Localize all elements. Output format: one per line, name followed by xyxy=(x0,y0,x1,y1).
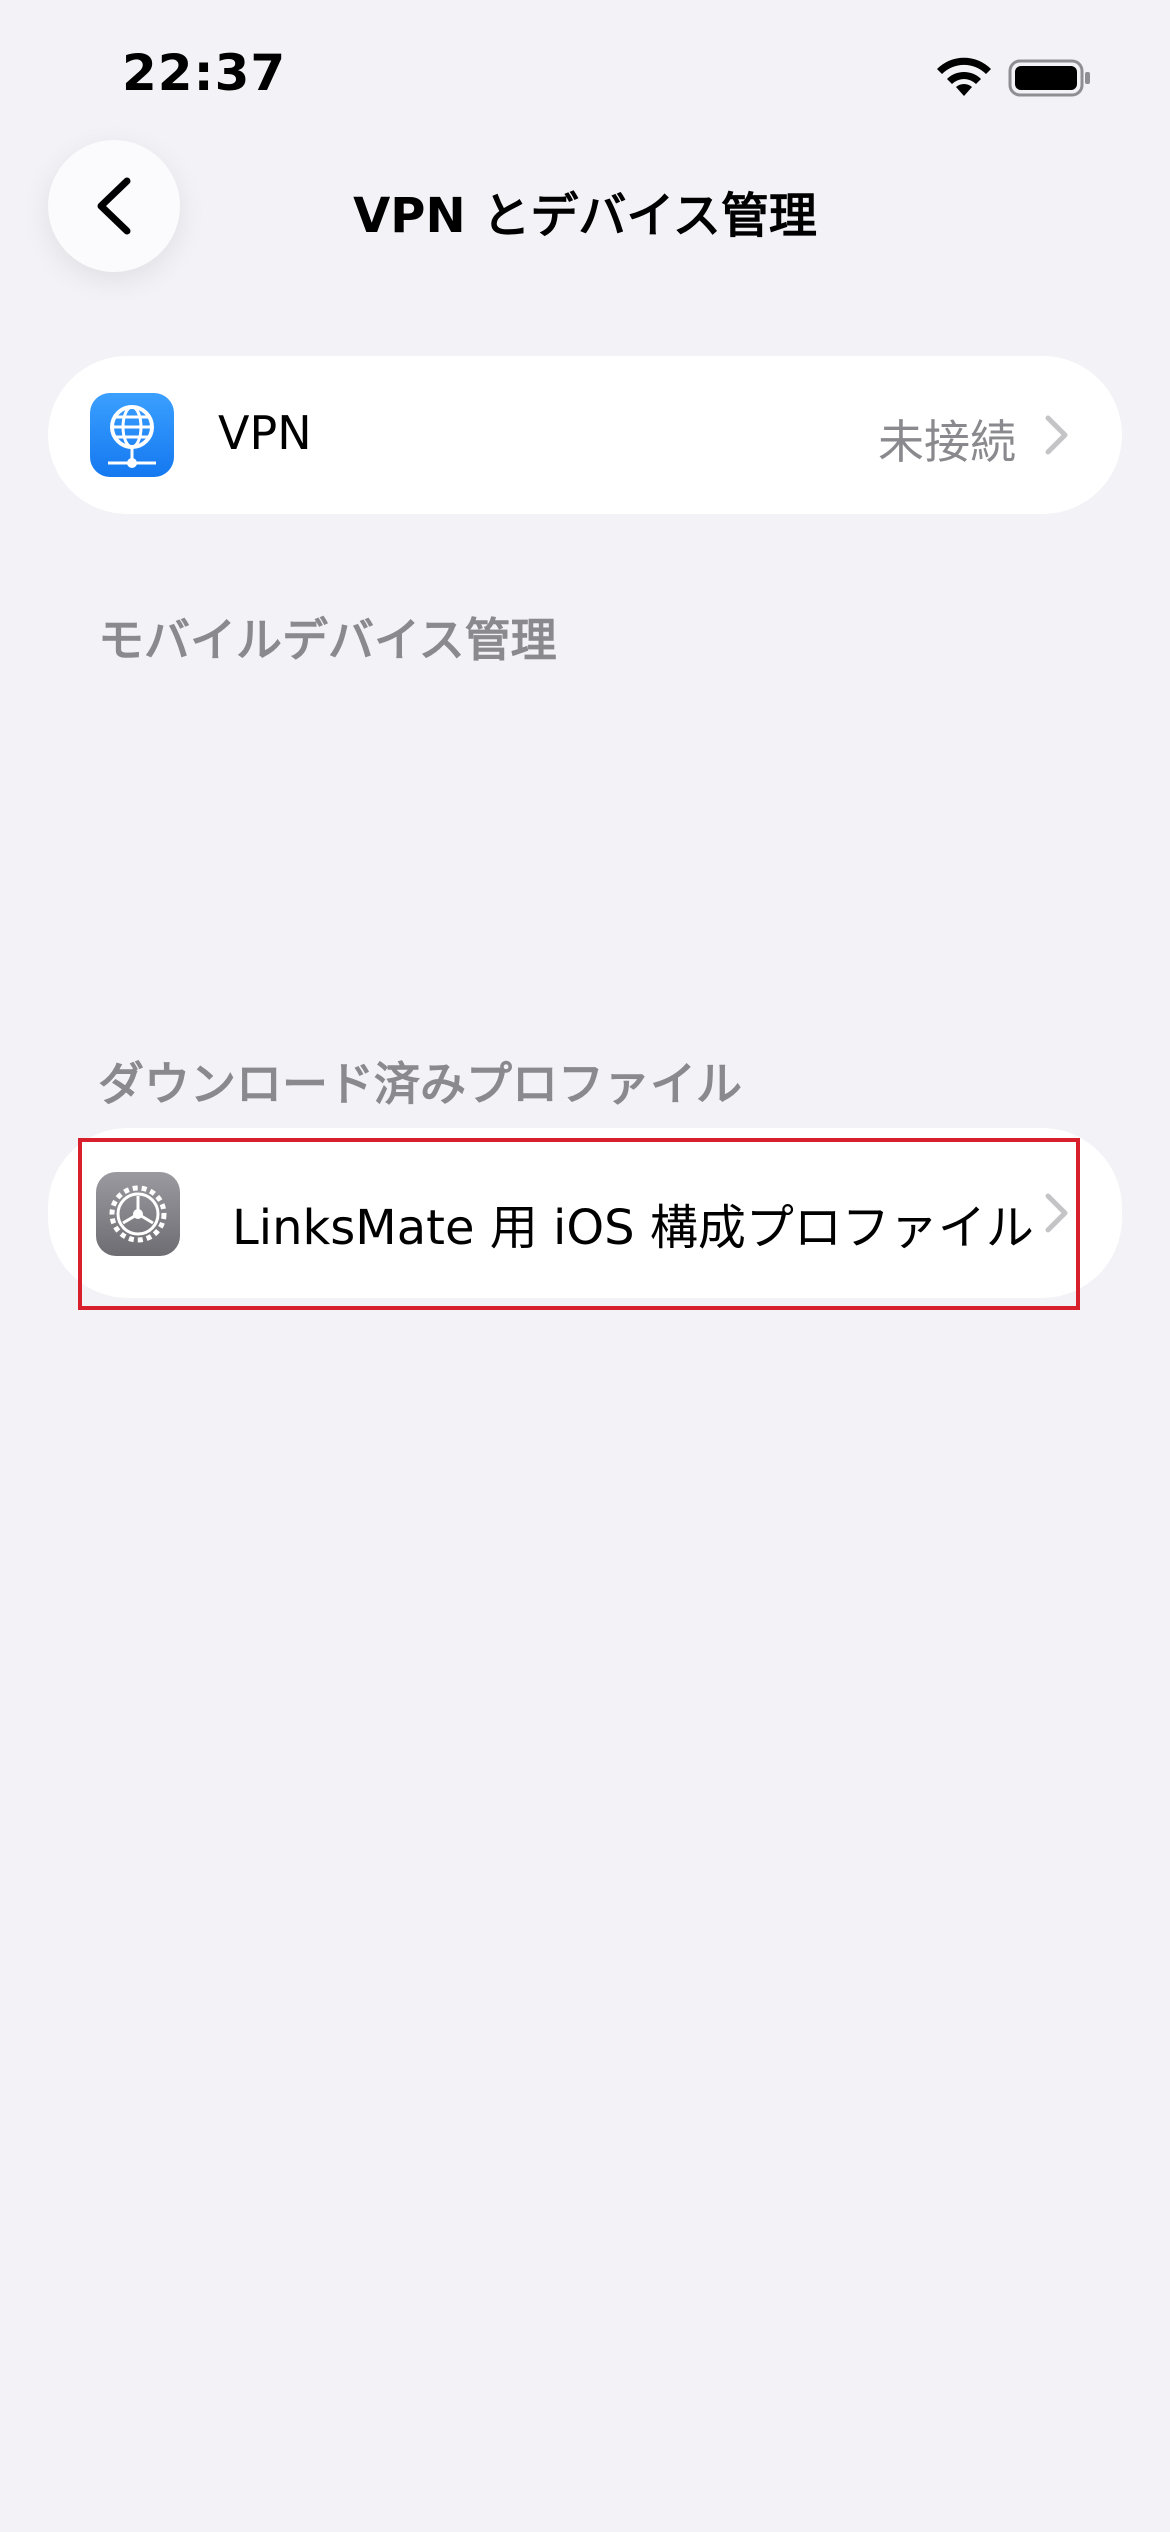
downloaded-profiles-header: ダウンロード済みプロファイル xyxy=(98,1057,742,1111)
highlight-box xyxy=(78,1138,1080,1310)
settings-screen: 22:37 VPN とデバイス管理 VPN 未接続 モバイルデバイス管理 ダウン… xyxy=(0,0,1170,2532)
vpn-label: VPN xyxy=(218,406,312,460)
wifi-icon xyxy=(937,57,991,96)
page-title: VPN とデバイス管理 xyxy=(353,188,817,244)
chevron-right-icon xyxy=(1045,415,1068,455)
mdm-section-header: モバイルデバイス管理 xyxy=(98,613,557,667)
vpn-row[interactable]: VPN 未接続 xyxy=(48,356,1122,514)
status-time: 22:37 xyxy=(122,44,287,102)
battery-icon xyxy=(1008,59,1090,97)
globe-network-icon xyxy=(90,393,174,477)
vpn-status: 未接続 xyxy=(878,415,1016,469)
